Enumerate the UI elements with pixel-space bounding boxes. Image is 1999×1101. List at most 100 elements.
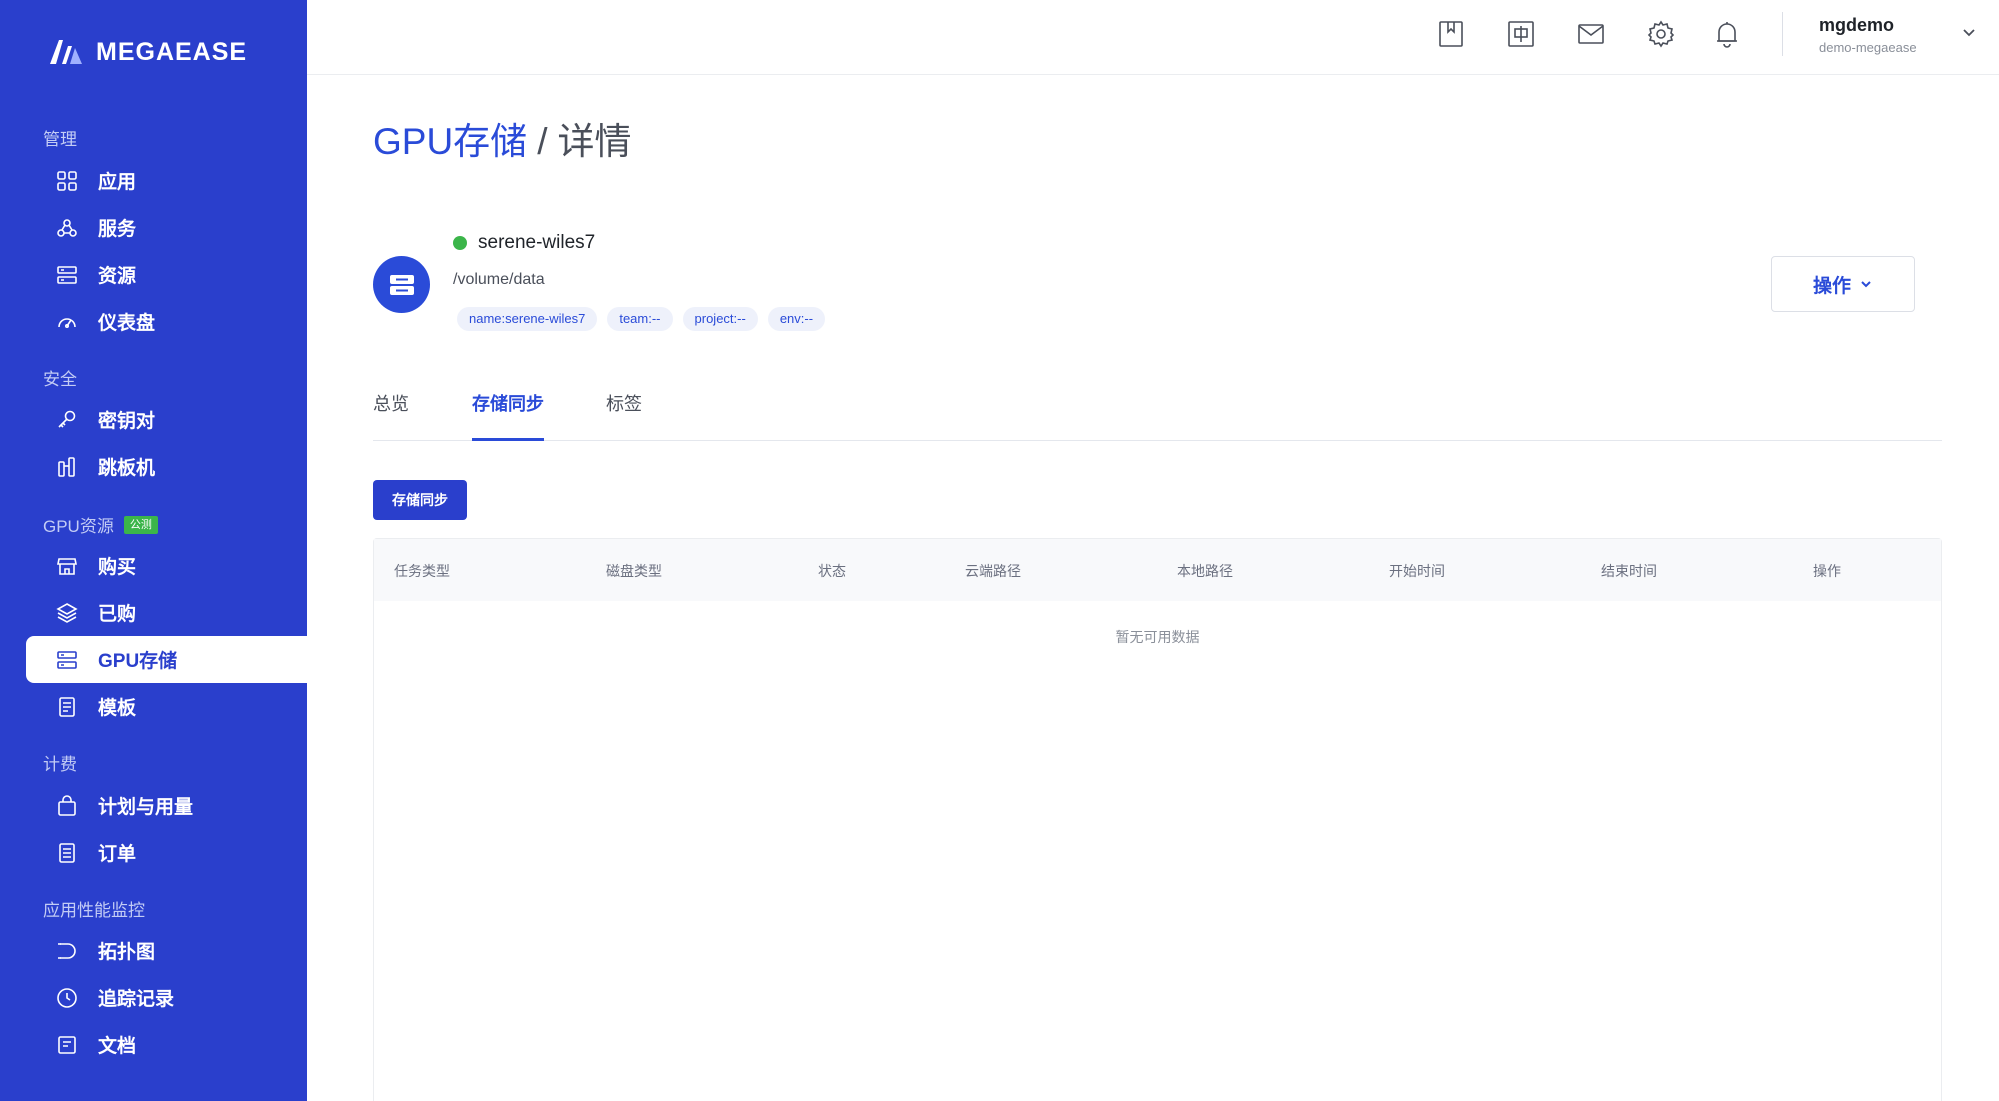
- user-menu[interactable]: mgdemo demo-megaease: [1819, 15, 1917, 55]
- sidebar-item-label: 拓扑图: [98, 942, 156, 963]
- main-content: GPU存储 / 详情 serene-wiles7 /volume/data name…: [307, 75, 1999, 1101]
- bell-icon[interactable]: [1711, 18, 1743, 50]
- sidebar-item-orders[interactable]: 订单: [26, 829, 307, 876]
- resources-icon: [56, 264, 78, 286]
- sidebar-item-label: 计划与用量: [98, 797, 194, 818]
- key-icon: [56, 409, 78, 431]
- sidebar-item-topology[interactable]: 拓扑图: [26, 927, 307, 974]
- sidebar-item-apps[interactable]: 应用: [26, 157, 307, 204]
- column-header-end-time[interactable]: 结束时间: [1601, 561, 1657, 581]
- actions-dropdown-button[interactable]: 操作: [1771, 256, 1915, 312]
- sidebar-item-label: 仪表盘: [98, 313, 156, 334]
- app-root: MEGAEASE 管理 应用 服务 资源 仪表盘 安全 密钥对 跳板机 GPU资…: [0, 0, 1999, 1101]
- actions-label: 操作: [1812, 275, 1851, 297]
- column-header-local-path[interactable]: 本地路径: [1177, 561, 1233, 581]
- breadcrumb-separator: /: [537, 121, 548, 162]
- nav-section-billing: 计费: [43, 750, 77, 775]
- resource-name: serene-wiles7: [478, 232, 596, 253]
- gear-icon[interactable]: [1645, 18, 1677, 50]
- resource-path: /volume/data: [453, 271, 545, 288]
- sidebar: MEGAEASE 管理 应用 服务 资源 仪表盘 安全 密钥对 跳板机 GPU资…: [0, 0, 307, 1101]
- mail-icon[interactable]: [1575, 18, 1607, 50]
- nav-section-management: 管理: [43, 125, 77, 150]
- sidebar-item-docs[interactable]: 文档: [26, 1021, 307, 1068]
- template-icon: [56, 696, 78, 718]
- beta-badge: 公测: [123, 515, 158, 534]
- brand-name: MEGAEASE: [96, 37, 248, 66]
- document-icon: [56, 1034, 78, 1056]
- nav-section-title: 管理: [43, 130, 77, 149]
- nav-section-title: GPU资源: [43, 517, 114, 536]
- storage-sync-button[interactable]: 存储同步: [373, 480, 467, 520]
- tab-storage-sync[interactable]: 存储同步: [472, 390, 544, 441]
- sidebar-item-label: 模板: [98, 698, 137, 719]
- bookmark-icon[interactable]: [1435, 18, 1467, 50]
- sidebar-item-keypair[interactable]: 密钥对: [26, 396, 307, 443]
- column-header-status[interactable]: 状态: [818, 561, 846, 581]
- sidebar-item-purchased[interactable]: 已购: [26, 589, 307, 636]
- language-zh-icon[interactable]: [1505, 18, 1537, 50]
- page-title: GPU存储 / 详情: [373, 111, 631, 165]
- table-empty-state: 暂无可用数据: [1115, 629, 1200, 645]
- sidebar-item-label: 资源: [98, 266, 137, 287]
- sidebar-item-services[interactable]: 服务: [26, 204, 307, 251]
- column-header-cloud-path[interactable]: 云端路径: [965, 561, 1021, 581]
- dashboard-gauge-icon: [56, 311, 78, 333]
- sidebar-item-dashboard[interactable]: 仪表盘: [26, 298, 307, 345]
- sidebar-item-traces[interactable]: 追踪记录: [26, 974, 307, 1021]
- storage-icon: [389, 274, 414, 295]
- sidebar-item-label: 服务: [98, 219, 137, 240]
- topology-icon: [56, 940, 78, 962]
- resource-avatar: [373, 256, 430, 313]
- tag-project: project:--: [682, 307, 758, 331]
- sidebar-item-gpu-storage[interactable]: GPU存储: [26, 636, 307, 683]
- tag-name: name:serene-wiles7: [457, 307, 598, 331]
- nav-section-title: 应用性能监控: [43, 901, 145, 920]
- tab-overview[interactable]: 总览: [373, 390, 409, 441]
- user-org: demo-megaease: [1819, 40, 1917, 55]
- brand-logo[interactable]: MEGAEASE: [48, 36, 247, 68]
- sidebar-item-label: 追踪记录: [98, 989, 175, 1010]
- sidebar-item-resources[interactable]: 资源: [26, 251, 307, 298]
- column-header-actions[interactable]: 操作: [1813, 561, 1841, 581]
- nav-section-gpu: GPU资源 公测: [43, 512, 158, 537]
- store-icon: [56, 555, 78, 577]
- breadcrumb-current: 详情: [557, 121, 632, 162]
- shopping-bag-icon: [56, 794, 78, 817]
- tag-env: env:--: [767, 307, 826, 331]
- sidebar-item-label: 购买: [98, 557, 137, 578]
- tab-labels[interactable]: 标签: [606, 390, 642, 441]
- nav-section-title: 计费: [43, 755, 77, 774]
- nav-section-apm: 应用性能监控: [43, 896, 145, 921]
- sidebar-item-label: 跳板机: [98, 458, 156, 479]
- sidebar-item-plan-usage[interactable]: 计划与用量: [26, 782, 307, 829]
- topbar-divider: [1782, 12, 1783, 56]
- sidebar-item-label: 订单: [98, 844, 137, 865]
- chevron-down-icon: [1861, 281, 1871, 288]
- status-indicator: [453, 236, 467, 250]
- topbar: mgdemo demo-megaease: [307, 0, 1999, 75]
- order-list-icon: [56, 842, 78, 864]
- sidebar-item-jump-host[interactable]: 跳板机: [26, 443, 307, 490]
- nav-section-title: 安全: [43, 370, 77, 389]
- column-header-task-type[interactable]: 任务类型: [394, 561, 450, 581]
- column-header-disk-type[interactable]: 磁盘类型: [606, 561, 662, 581]
- layers-icon: [56, 602, 78, 624]
- sidebar-item-templates[interactable]: 模板: [26, 683, 307, 730]
- breadcrumb-gpu-storage-link[interactable]: GPU存储: [373, 121, 527, 162]
- tag-team: team:--: [607, 307, 673, 331]
- chevron-down-icon[interactable]: [1961, 24, 1977, 40]
- sidebar-item-label: 密钥对: [98, 411, 156, 432]
- column-header-start-time[interactable]: 开始时间: [1389, 561, 1445, 581]
- resource-tags: name:serene-wiles7 team:-- project:-- en…: [457, 307, 826, 331]
- sidebar-item-label: 应用: [98, 172, 137, 193]
- sidebar-item-label: 文档: [98, 1036, 137, 1057]
- sidebar-item-label: GPU存储: [98, 651, 178, 672]
- sync-tasks-table: 任务类型 磁盘类型 状态 云端路径 本地路径 开始时间 结束时间 操作 暂无可用…: [373, 538, 1942, 1101]
- table-header: 任务类型 磁盘类型 状态 云端路径 本地路径 开始时间 结束时间 操作: [374, 539, 1941, 601]
- sidebar-item-purchase[interactable]: 购买: [26, 542, 307, 589]
- nav-section-security: 安全: [43, 365, 77, 390]
- storage-icon: [56, 649, 78, 671]
- sidebar-item-label: 已购: [98, 604, 137, 625]
- jump-host-icon: [56, 456, 78, 478]
